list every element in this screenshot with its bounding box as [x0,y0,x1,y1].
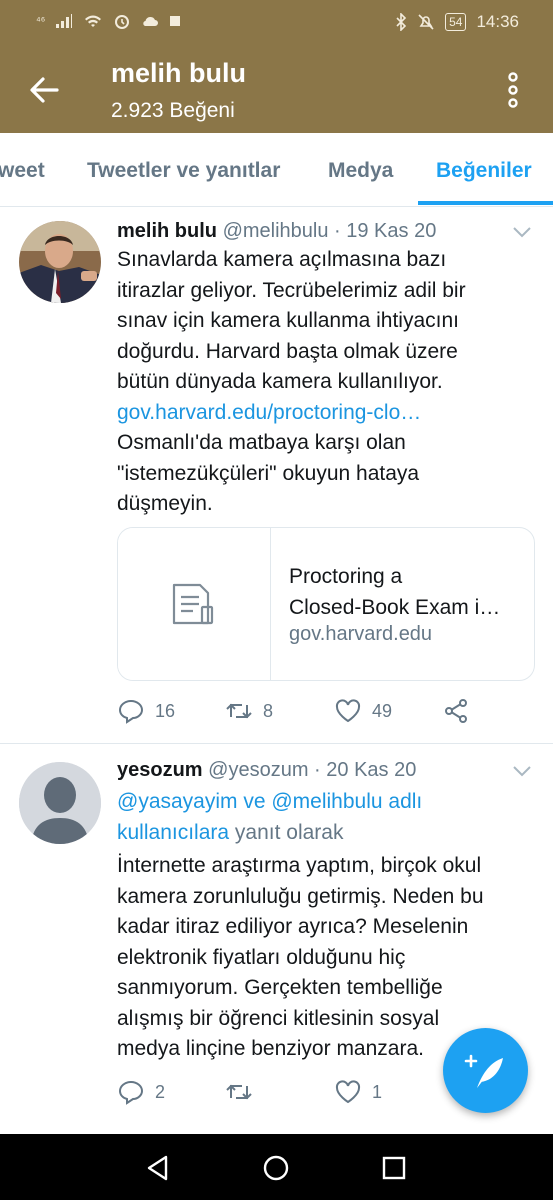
tweet-header: yesozum @yesozum · 20 Kas 20 [117,759,416,782]
tab-likes[interactable]: Beğeniler [436,159,532,183]
bluetooth-icon [396,13,407,31]
reply-count: 16 [155,700,176,721]
reply-action[interactable]: 2 [117,1078,165,1106]
back-arrow-icon[interactable] [26,72,62,108]
status-bar: ⁴⁶ 54 14:36 [0,0,553,46]
tweet-text-line: bütün dünyada kamera kullanılıyor. [117,370,443,393]
author-handle-date: @yesozum · 20 Kas 20 [208,759,417,781]
tweet-link[interactable]: gov.harvard.edu/proctoring-clo… [117,398,537,429]
link-card-title-line: Proctoring a [289,565,403,588]
author-handle-date: @melihbulu · 19 Kas 20 [222,220,437,242]
link-preview-card[interactable]: Proctoring a Closed-Book Exam i… gov.har… [117,527,535,681]
nav-back-icon[interactable] [144,1154,172,1182]
avatar[interactable] [19,221,101,303]
retweet-count: 8 [263,700,274,721]
tweet-text-line: kamera zorunluluğu getirmiş. Neden bu [117,884,484,908]
tweet-text-line: kadar itiraz ediliyor ayrıca? Meselenin [117,915,469,938]
system-navigation-bar [0,1134,553,1200]
share-icon [445,699,467,723]
chevron-down-icon[interactable] [511,225,533,239]
share-action[interactable] [442,697,470,725]
square-icon [170,16,181,26]
link-card-title: Proctoring a Closed-Book Exam i… [289,561,524,623]
reply-to-suffix: yanıt olarak [229,820,344,844]
tab-media[interactable]: Medya [328,159,393,183]
like-count: 49 [372,700,393,721]
chevron-down-icon[interactable] [511,764,533,778]
retweet-icon [226,703,252,719]
author-name[interactable]: yesozum [117,759,203,781]
tweet-text-line: Osmanlı'da matbaya karşı olan [117,431,406,454]
battery-indicator: 54 [445,13,467,31]
link-thumbnail [118,528,271,680]
tweet-text-line: İnternette araştırma yaptım, birçok okul [117,854,482,877]
reply-action[interactable]: 16 [117,697,175,725]
profile-photo [19,221,101,303]
top-bar: ⁴⁶ 54 14:36 melih bulu 2.923 Beğeni [0,0,553,133]
tweet-text-line: sanmıyorum. Gerçekten tembelliğe [117,976,443,999]
tweet-text-line: Sınavlarda kamera açılmasına bazı [117,248,447,271]
tweet-text-line: düşmeyin. [117,492,213,515]
tweet-text-line: sınav için kamera kullanma ihtiyacını [117,309,459,332]
tweet-text-line: itirazlar geliyor. Tecrübelerimiz adil b… [117,278,466,302]
mute-icon [418,14,434,30]
default-avatar-icon [19,762,101,844]
retweet-action[interactable]: 8 [225,697,273,725]
tweet-actions: 16 8 49 [117,697,517,727]
like-count: 1 [372,1081,383,1102]
reply-count: 2 [155,1081,166,1102]
profile-title: melih bulu [111,58,246,88]
reply-icon [118,699,144,724]
compose-tweet-button[interactable] [443,1028,528,1113]
signal-label: ⁴⁶ [36,15,46,27]
cloud-icon [143,16,159,26]
tweet-text-line: "istemezükçüleri" okuyun hataya [117,461,420,485]
heart-icon [335,1080,361,1104]
signal-icon [56,14,73,28]
profile-tabs: weet Tweetler ve yanıtlar Medya Beğenile… [0,133,553,207]
tweet-text: Sınavlarda kamera açılmasına bazı itiraz… [117,245,537,520]
nav-recents-icon[interactable] [380,1154,408,1182]
link-card-domain: gov.harvard.edu [289,623,433,645]
tab-tweets[interactable]: weet [0,159,45,183]
reply-to-users[interactable]: @yasayayim ve @melihbulu adlı [117,787,537,818]
author-name[interactable]: melih bulu [117,220,217,242]
alarm-icon [115,15,130,29]
like-action[interactable]: 49 [334,697,392,725]
reply-to-link[interactable]: kullanıcılara [117,821,229,844]
wifi-icon [85,15,102,27]
tweet-text-line: doğurdu. Harvard başta olmak üzere [117,339,458,363]
more-options-icon[interactable] [500,70,526,110]
tab-tweets-and-replies[interactable]: Tweetler ve yanıtlar [87,159,280,183]
heart-icon [335,699,361,723]
compose-feather-icon [464,1054,503,1088]
retweet-action[interactable] [225,1078,263,1106]
link-card-title-line: Closed-Book Exam i… [289,596,501,619]
reply-icon [118,1080,144,1105]
avatar[interactable] [19,762,101,844]
tweet-text-line: elektronik fiyatları olduğunu hiç [117,945,406,969]
document-icon [172,583,214,625]
reply-context: @yasayayim ve @melihbulu adlı kullanıcıl… [117,787,537,848]
clock: 14:36 [476,12,519,31]
nav-home-icon[interactable] [262,1154,290,1182]
retweet-icon [226,1084,252,1100]
tweet-header: melih bulu @melihbulu · 19 Kas 20 [117,220,436,243]
likes-count-subtitle: 2.923 Beğeni [111,99,235,122]
like-action[interactable]: 1 [334,1078,382,1106]
active-tab-indicator [418,201,553,205]
